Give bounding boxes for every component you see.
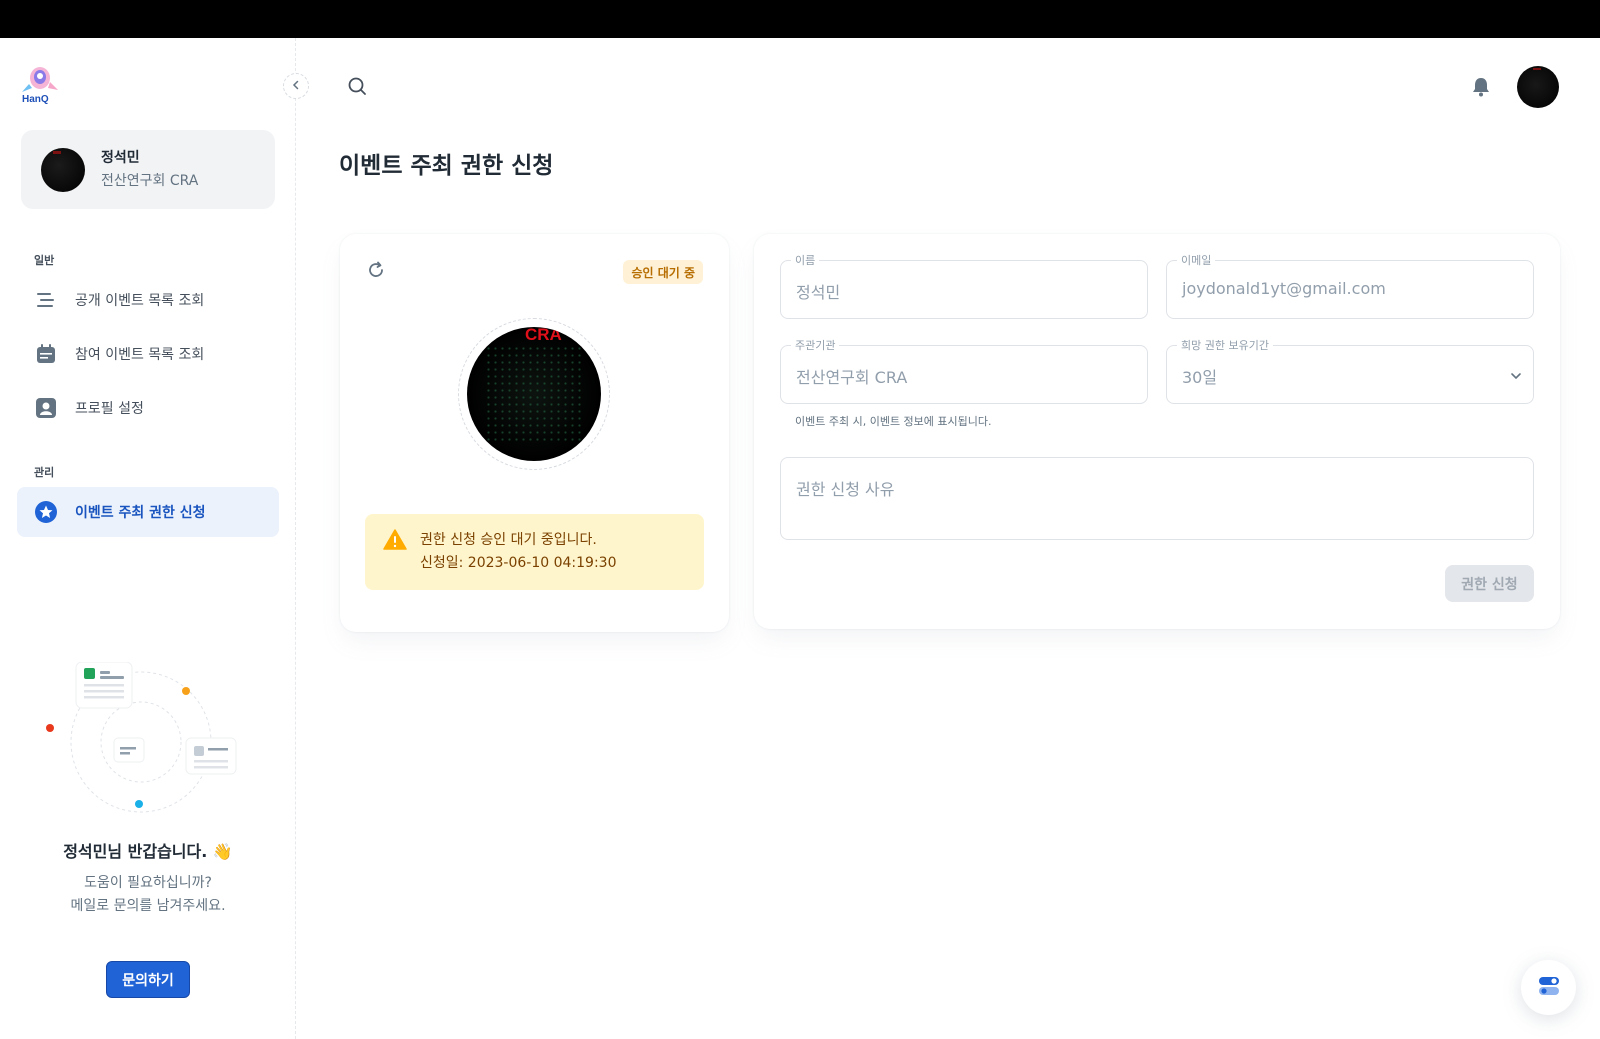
nav-section-manage: 관리 [34,466,55,479]
chevron-down-icon [1509,368,1523,382]
alert-message: 권한 신청 승인 대기 중입니다. [420,532,597,548]
sidebar-item-host-permission[interactable]: 이벤트 주최 권한 신청 [17,487,279,537]
org-avatar: CRA [467,327,601,461]
status-card: 승인 대기 중 CRA 권한 신청 승인 대기 중입니다. 신청일: 2023-… [340,234,729,632]
org-field[interactable]: 주관기관 전산연구회 CRA [780,337,1148,404]
reason-placeholder: 권한 신청 사유 [796,480,895,499]
welcome-line-2: 메일로 문의를 남겨주세요. [70,898,226,914]
star-icon [35,501,57,523]
search-icon [346,77,368,101]
refresh-button[interactable] [366,260,386,280]
sidebar-item-label: 공개 이벤트 목록 조회 [75,293,205,309]
welcome-title: 정석민님 반갑습니다. 👋 [63,842,233,861]
sidebar-item-label: 이벤트 주최 권한 신청 [75,505,206,521]
account-name: 정석민 [101,149,140,166]
name-value: 정석민 [796,283,841,302]
period-value: 30일 [1182,368,1218,387]
notifications-button[interactable] [1470,76,1492,98]
contact-button[interactable]: 문의하기 [106,961,190,998]
org-avatar-frame: CRA [458,318,610,470]
application-form-card: 이름 정석민 이메일 joydonald1yt@gmail.com 주관기관 전… [754,234,1560,629]
settings-fab[interactable] [1521,960,1576,1015]
bell-icon [1470,78,1492,102]
toggle-settings-icon [1537,974,1561,1002]
org-value: 전산연구회 CRA [796,368,908,387]
account-card[interactable]: 정석민 전산연구회 CRA [21,130,275,209]
chevron-left-icon [291,78,301,94]
email-value: joydonald1yt@gmail.com [1182,279,1386,298]
sidebar-item-joined-events[interactable]: 참여 이벤트 목록 조회 [17,329,279,379]
reason-textarea[interactable]: 권한 신청 사유 [780,457,1534,540]
sidebar: HanQ 정석민 전산연구회 CRA 일반 공개 이벤트 목록 조회 참여 이벤… [0,38,296,1039]
org-avatar-text: CRA [525,327,562,344]
submit-permission-button[interactable]: 권한 신청 [1445,565,1534,602]
search-button[interactable] [346,75,368,97]
sidebar-item-profile[interactable]: 프로필 설정 [17,383,279,433]
welcome-panel: 정석민님 반갑습니다. 👋 도움이 필요하십니까? 메일로 문의를 남겨주세요. [0,838,296,918]
calendar-icon [35,343,57,365]
period-select[interactable]: 희망 권한 보유기간 30일 [1166,337,1534,404]
logo-text: HanQ [22,94,49,104]
warning-icon [383,528,407,552]
welcome-line-1: 도움이 필요하십니까? [84,875,212,891]
page-title: 이벤트 주최 권한 신청 [339,153,554,179]
user-avatar-menu[interactable] [1517,66,1559,108]
collapse-sidebar-button[interactable] [283,73,309,99]
hanq-logo[interactable]: HanQ [20,64,64,105]
sidebar-item-public-events[interactable]: 공개 이벤트 목록 조회 [17,275,279,325]
list-icon [35,289,57,311]
org-label: 주관기관 [791,337,840,353]
sidebar-item-label: 프로필 설정 [75,401,144,417]
account-avatar [41,147,85,192]
status-badge: 승인 대기 중 [623,260,703,284]
name-label: 이름 [791,252,820,268]
org-helper-text: 이벤트 주최 시, 이벤트 정보에 표시됩니다. [795,415,992,428]
browser-top-bar [0,0,1600,38]
refresh-icon [366,261,386,284]
name-field[interactable]: 이름 정석민 [780,252,1148,319]
user-icon [35,397,57,419]
email-label: 이메일 [1177,252,1216,268]
pending-alert: 권한 신청 승인 대기 중입니다. 신청일: 2023-06-10 04:19:… [365,514,704,590]
account-org: 전산연구회 CRA [101,172,199,189]
nav-section-general: 일반 [34,254,55,267]
sidebar-item-label: 참여 이벤트 목록 조회 [75,347,205,363]
email-field[interactable]: 이메일 joydonald1yt@gmail.com [1166,252,1534,319]
period-label: 희망 권한 보유기간 [1177,337,1273,353]
alert-date: 신청일: 2023-06-10 04:19:30 [420,555,617,571]
help-illustration [36,661,246,832]
